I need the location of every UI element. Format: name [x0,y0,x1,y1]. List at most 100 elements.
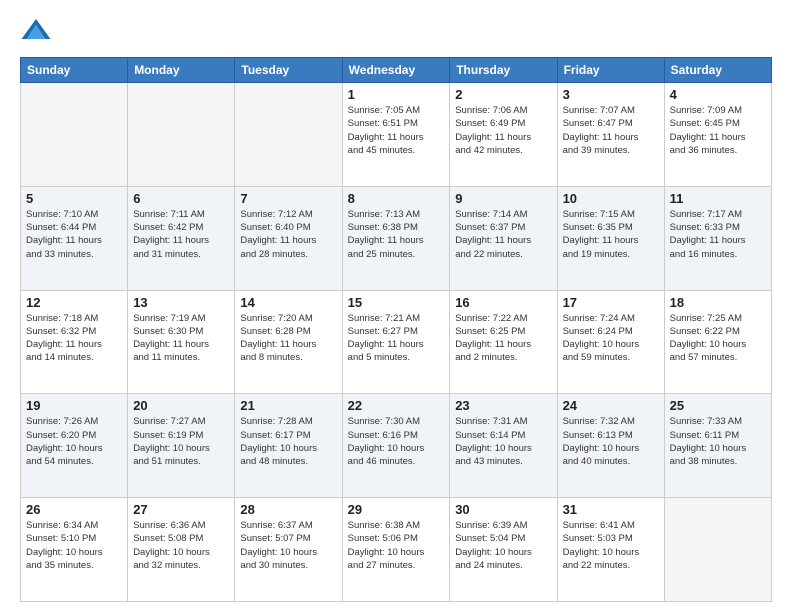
day-info: Sunrise: 7:13 AM Sunset: 6:38 PM Dayligh… [348,208,445,261]
day-info: Sunrise: 7:27 AM Sunset: 6:19 PM Dayligh… [133,415,229,468]
day-number: 4 [670,87,766,102]
day-number: 6 [133,191,229,206]
calendar-cell: 6 Sunrise: 7:11 AM Sunset: 6:42 PM Daylig… [128,186,235,290]
calendar-table: SundayMondayTuesdayWednesdayThursdayFrid… [20,57,772,602]
day-number: 20 [133,398,229,413]
day-number: 29 [348,502,445,517]
day-number: 7 [240,191,336,206]
calendar-cell: 5 Sunrise: 7:10 AM Sunset: 6:44 PM Daylig… [21,186,128,290]
day-number: 28 [240,502,336,517]
day-number: 27 [133,502,229,517]
page: SundayMondayTuesdayWednesdayThursdayFrid… [0,0,792,612]
calendar-cell: 29 Sunrise: 6:38 AM Sunset: 5:06 PM Dayli… [342,498,450,602]
calendar-cell: 25 Sunrise: 7:33 AM Sunset: 6:11 PM Dayli… [664,394,771,498]
calendar-cell [235,83,342,187]
day-info: Sunrise: 7:31 AM Sunset: 6:14 PM Dayligh… [455,415,551,468]
day-info: Sunrise: 7:24 AM Sunset: 6:24 PM Dayligh… [563,312,659,365]
calendar-cell: 31Sunrise: 6:41 AM Sunset: 5:03 PM Dayli… [557,498,664,602]
day-number: 2 [455,87,551,102]
day-info: Sunrise: 6:38 AM Sunset: 5:06 PM Dayligh… [348,519,445,572]
calendar-cell [128,83,235,187]
day-number: 15 [348,295,445,310]
weekday-header-wednesday: Wednesday [342,58,450,83]
calendar-cell: 16 Sunrise: 7:22 AM Sunset: 6:25 PM Dayli… [450,290,557,394]
logo [20,15,56,47]
calendar-cell: 19 Sunrise: 7:26 AM Sunset: 6:20 PM Dayli… [21,394,128,498]
weekday-header-tuesday: Tuesday [235,58,342,83]
day-info: Sunrise: 7:11 AM Sunset: 6:42 PM Dayligh… [133,208,229,261]
day-info: Sunrise: 7:30 AM Sunset: 6:16 PM Dayligh… [348,415,445,468]
calendar-cell: 14Sunrise: 7:20 AM Sunset: 6:28 PM Dayli… [235,290,342,394]
calendar-cell: 23Sunrise: 7:31 AM Sunset: 6:14 PM Dayli… [450,394,557,498]
logo-icon [20,15,52,47]
day-number: 3 [563,87,659,102]
day-info: Sunrise: 7:19 AM Sunset: 6:30 PM Dayligh… [133,312,229,365]
calendar-cell [664,498,771,602]
day-info: Sunrise: 7:26 AM Sunset: 6:20 PM Dayligh… [26,415,122,468]
week-row-5: 26Sunrise: 6:34 AM Sunset: 5:10 PM Dayli… [21,498,772,602]
day-info: Sunrise: 7:33 AM Sunset: 6:11 PM Dayligh… [670,415,766,468]
day-number: 18 [670,295,766,310]
day-number: 21 [240,398,336,413]
day-number: 5 [26,191,122,206]
week-row-3: 12Sunrise: 7:18 AM Sunset: 6:32 PM Dayli… [21,290,772,394]
calendar-cell: 9Sunrise: 7:14 AM Sunset: 6:37 PM Daylig… [450,186,557,290]
day-number: 9 [455,191,551,206]
day-info: Sunrise: 7:17 AM Sunset: 6:33 PM Dayligh… [670,208,766,261]
calendar-cell: 1 Sunrise: 7:05 AM Sunset: 6:51 PM Daylig… [342,83,450,187]
calendar-cell: 12Sunrise: 7:18 AM Sunset: 6:32 PM Dayli… [21,290,128,394]
day-info: Sunrise: 7:28 AM Sunset: 6:17 PM Dayligh… [240,415,336,468]
day-info: Sunrise: 7:32 AM Sunset: 6:13 PM Dayligh… [563,415,659,468]
calendar-cell: 20 Sunrise: 7:27 AM Sunset: 6:19 PM Dayli… [128,394,235,498]
day-info: Sunrise: 7:22 AM Sunset: 6:25 PM Dayligh… [455,312,551,365]
calendar-cell: 27 Sunrise: 6:36 AM Sunset: 5:08 PM Dayli… [128,498,235,602]
calendar-cell: 28 Sunrise: 6:37 AM Sunset: 5:07 PM Dayli… [235,498,342,602]
day-info: Sunrise: 7:21 AM Sunset: 6:27 PM Dayligh… [348,312,445,365]
day-number: 17 [563,295,659,310]
day-number: 8 [348,191,445,206]
weekday-header-saturday: Saturday [664,58,771,83]
calendar-cell: 24 Sunrise: 7:32 AM Sunset: 6:13 PM Dayli… [557,394,664,498]
day-number: 10 [563,191,659,206]
day-number: 25 [670,398,766,413]
day-info: Sunrise: 6:36 AM Sunset: 5:08 PM Dayligh… [133,519,229,572]
calendar-cell: 15 Sunrise: 7:21 AM Sunset: 6:27 PM Dayli… [342,290,450,394]
calendar-cell: 11 Sunrise: 7:17 AM Sunset: 6:33 PM Dayli… [664,186,771,290]
day-info: Sunrise: 7:09 AM Sunset: 6:45 PM Dayligh… [670,104,766,157]
weekday-header-row: SundayMondayTuesdayWednesdayThursdayFrid… [21,58,772,83]
calendar-cell: 3 Sunrise: 7:07 AM Sunset: 6:47 PM Daylig… [557,83,664,187]
day-info: Sunrise: 7:07 AM Sunset: 6:47 PM Dayligh… [563,104,659,157]
day-info: Sunrise: 7:05 AM Sunset: 6:51 PM Dayligh… [348,104,445,157]
day-number: 31 [563,502,659,517]
calendar-cell: 22 Sunrise: 7:30 AM Sunset: 6:16 PM Dayli… [342,394,450,498]
header [20,15,772,47]
week-row-2: 5 Sunrise: 7:10 AM Sunset: 6:44 PM Daylig… [21,186,772,290]
calendar-cell: 8 Sunrise: 7:13 AM Sunset: 6:38 PM Daylig… [342,186,450,290]
day-info: Sunrise: 6:37 AM Sunset: 5:07 PM Dayligh… [240,519,336,572]
day-info: Sunrise: 7:10 AM Sunset: 6:44 PM Dayligh… [26,208,122,261]
calendar-cell: 4 Sunrise: 7:09 AM Sunset: 6:45 PM Daylig… [664,83,771,187]
day-number: 24 [563,398,659,413]
day-number: 11 [670,191,766,206]
day-info: Sunrise: 6:34 AM Sunset: 5:10 PM Dayligh… [26,519,122,572]
day-info: Sunrise: 7:12 AM Sunset: 6:40 PM Dayligh… [240,208,336,261]
day-info: Sunrise: 7:20 AM Sunset: 6:28 PM Dayligh… [240,312,336,365]
calendar-cell: 26Sunrise: 6:34 AM Sunset: 5:10 PM Dayli… [21,498,128,602]
day-number: 30 [455,502,551,517]
calendar-cell [21,83,128,187]
day-number: 1 [348,87,445,102]
day-info: Sunrise: 7:06 AM Sunset: 6:49 PM Dayligh… [455,104,551,157]
weekday-header-friday: Friday [557,58,664,83]
week-row-4: 19 Sunrise: 7:26 AM Sunset: 6:20 PM Dayli… [21,394,772,498]
weekday-header-thursday: Thursday [450,58,557,83]
day-number: 16 [455,295,551,310]
day-number: 19 [26,398,122,413]
day-number: 22 [348,398,445,413]
calendar-cell: 7 Sunrise: 7:12 AM Sunset: 6:40 PM Daylig… [235,186,342,290]
calendar-cell: 21 Sunrise: 7:28 AM Sunset: 6:17 PM Dayli… [235,394,342,498]
day-number: 12 [26,295,122,310]
calendar-cell: 2 Sunrise: 7:06 AM Sunset: 6:49 PM Daylig… [450,83,557,187]
week-row-1: 1 Sunrise: 7:05 AM Sunset: 6:51 PM Daylig… [21,83,772,187]
weekday-header-monday: Monday [128,58,235,83]
calendar-cell: 30Sunrise: 6:39 AM Sunset: 5:04 PM Dayli… [450,498,557,602]
